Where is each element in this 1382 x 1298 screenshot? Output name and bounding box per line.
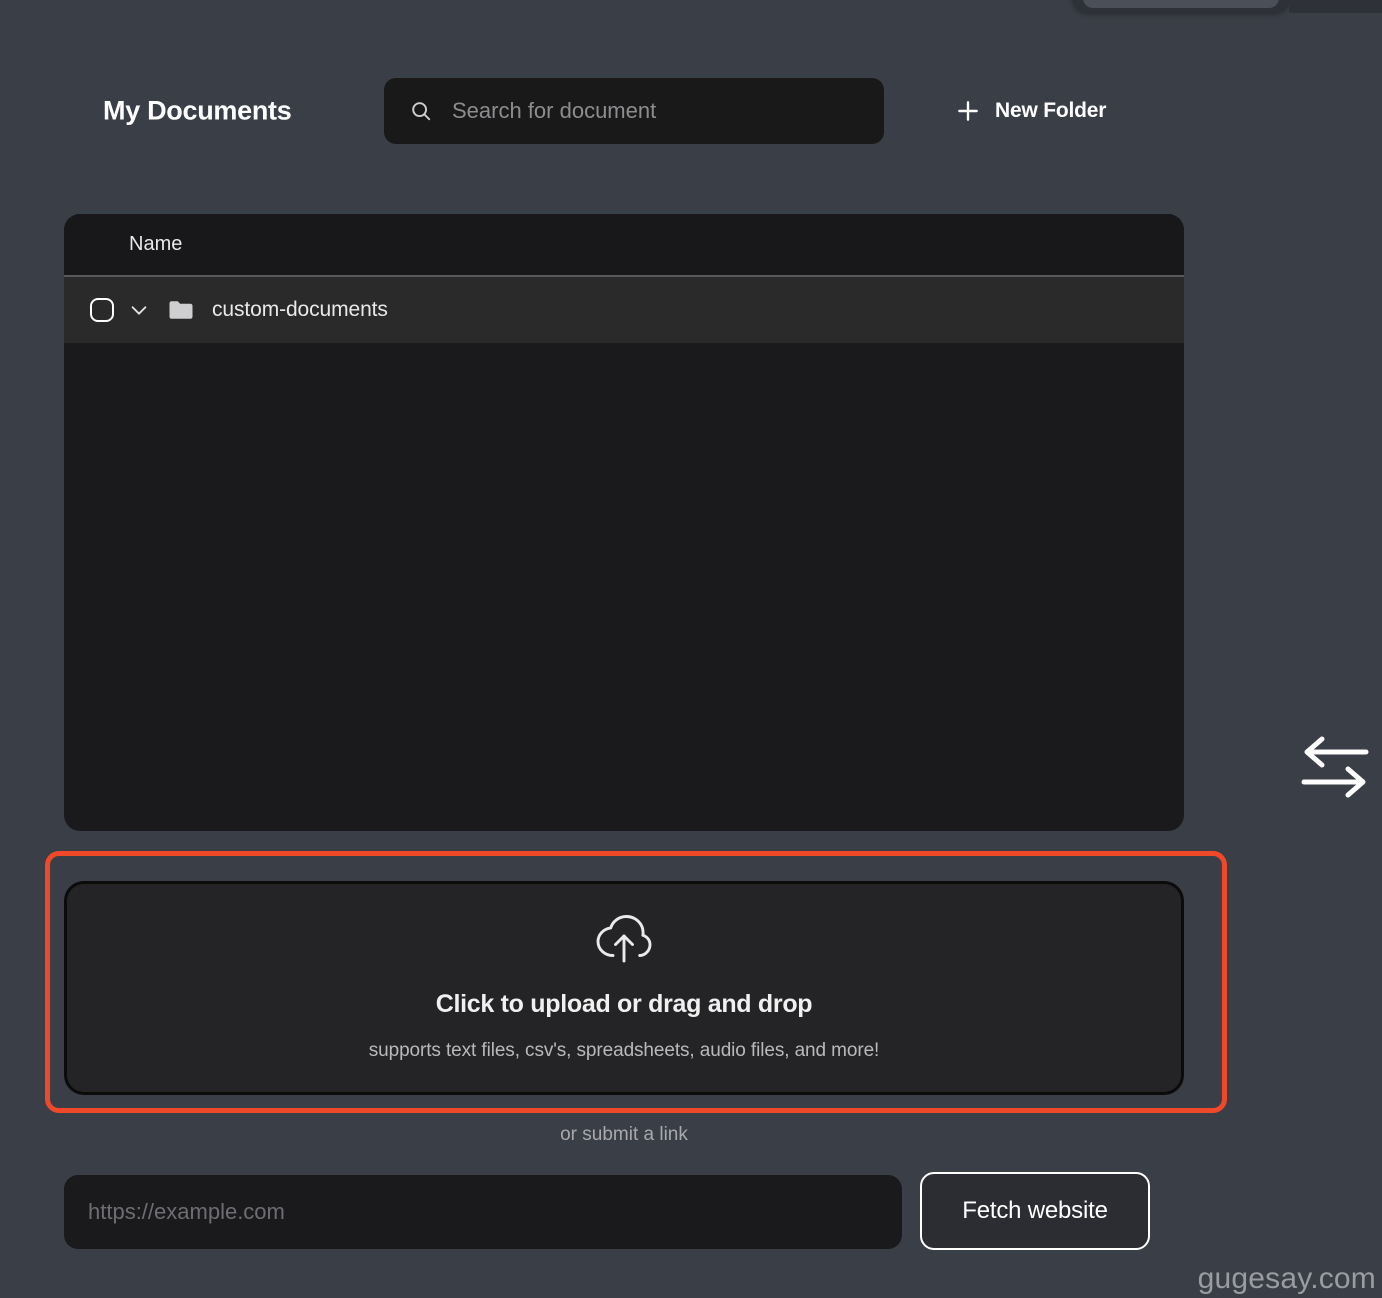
upload-subtitle: supports text files, csv's, spreadsheets… <box>368 1040 880 1061</box>
search-box[interactable] <box>384 78 884 144</box>
new-folder-label: New Folder <box>995 99 1107 122</box>
checkbox-unchecked-icon[interactable] <box>90 298 114 322</box>
cloud-upload-icon <box>593 914 655 964</box>
folder-icon <box>150 299 194 321</box>
table-row[interactable]: custom-documents <box>64 277 1184 343</box>
upload-title: Click to upload or drag and drop <box>435 990 813 1018</box>
upload-dropzone[interactable]: Click to upload or drag and drop support… <box>64 881 1184 1095</box>
top-bar-strip <box>1289 0 1382 13</box>
url-input[interactable] <box>64 1175 902 1249</box>
documents-panel: Name custom-documents <box>64 214 1184 831</box>
fetch-website-button[interactable]: Fetch website <box>920 1172 1150 1250</box>
page-title: My Documents <box>103 95 292 126</box>
table-header-row: Name <box>64 214 1184 277</box>
column-header-name: Name <box>129 233 183 255</box>
watermark: gugesay.com <box>1197 1262 1376 1295</box>
chevron-down-icon[interactable] <box>114 299 150 321</box>
top-bar-pill[interactable] <box>1083 0 1279 8</box>
submit-link-divider-label: or submit a link <box>560 1124 688 1145</box>
new-folder-button[interactable]: New Folder <box>955 78 1106 144</box>
search-input[interactable] <box>452 98 852 124</box>
plus-icon <box>955 98 981 124</box>
search-icon <box>410 100 432 122</box>
documents-header: My Documents New Folder <box>0 78 1184 144</box>
table-row-name: custom-documents <box>212 298 388 321</box>
